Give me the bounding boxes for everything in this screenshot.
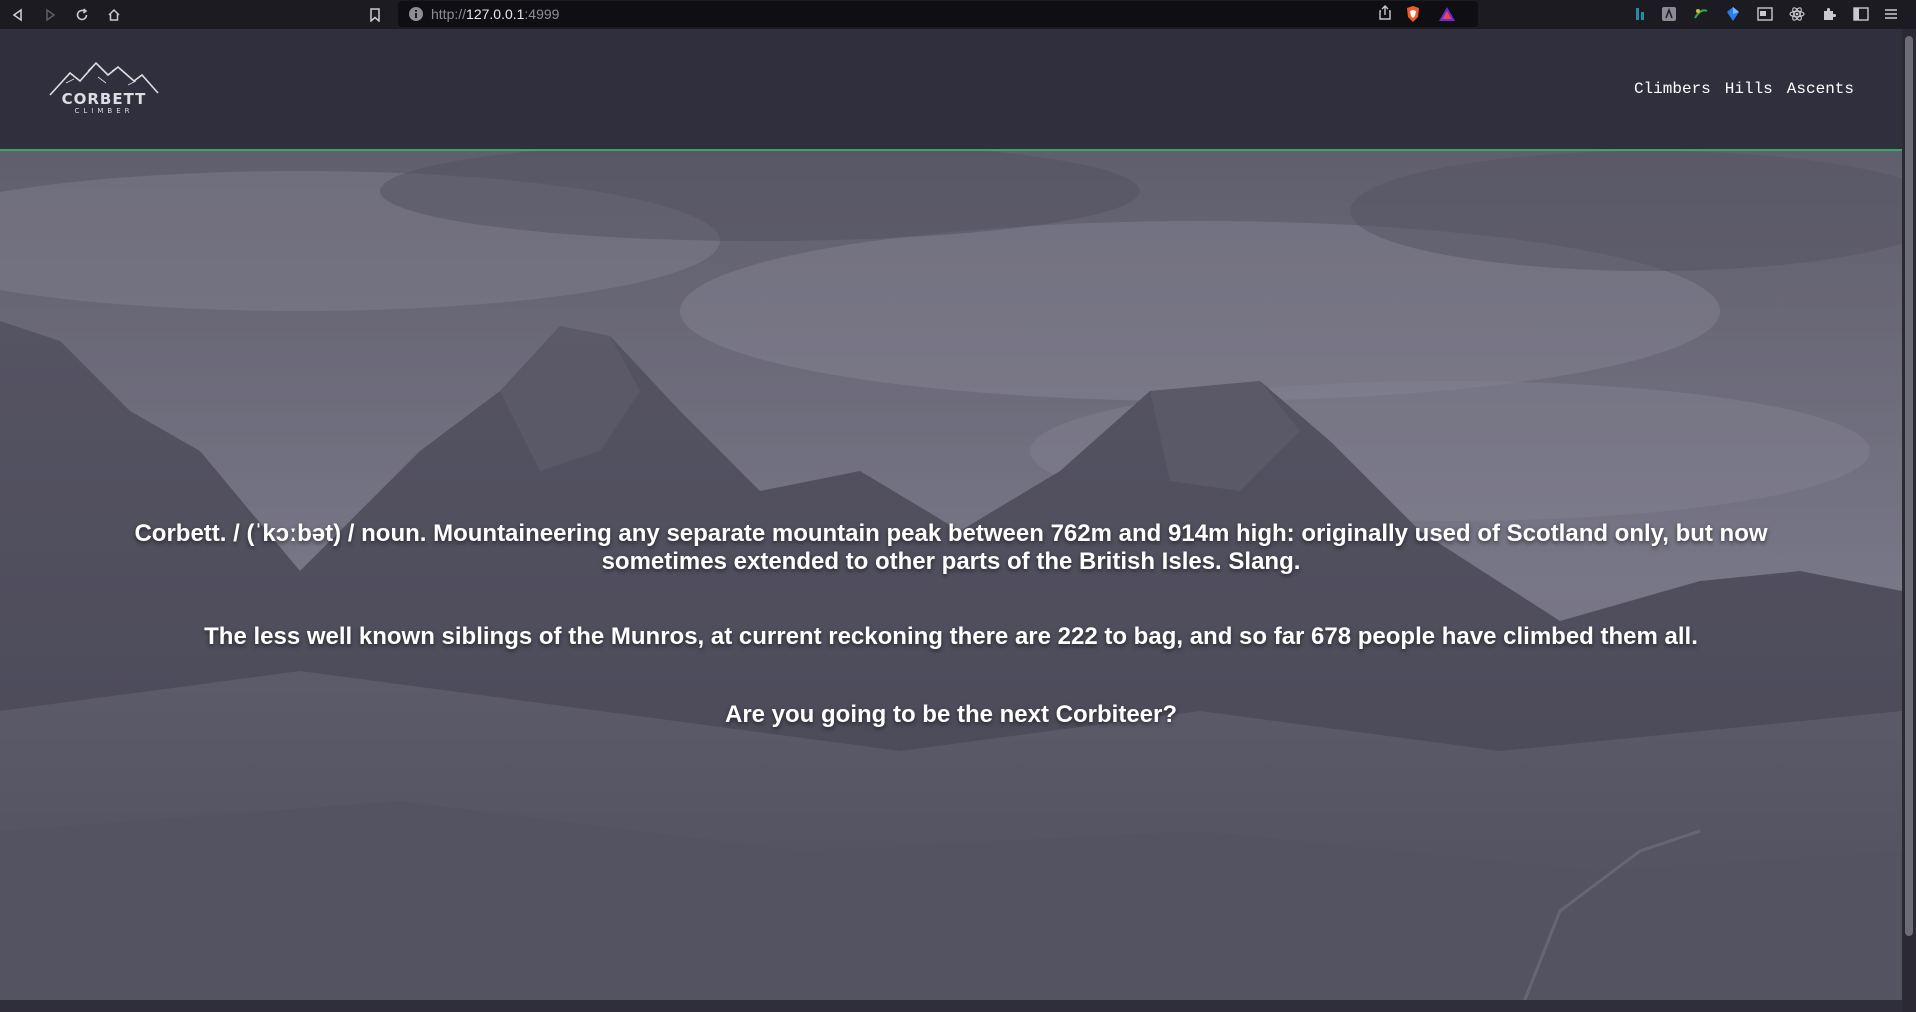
extension-4-icon[interactable] bbox=[1724, 5, 1742, 23]
hero-call-to-action: Are you going to be the next Corbiteer? bbox=[724, 701, 1178, 728]
bookmark-icon[interactable] bbox=[364, 4, 386, 26]
brave-rewards-icon[interactable] bbox=[1438, 5, 1456, 28]
site-header: CORBETT CLIMBER Climbers Hills Ascents bbox=[0, 29, 1902, 151]
page: CORBETT CLIMBER Climbers Hills Ascents C… bbox=[0, 29, 1902, 1012]
forward-icon[interactable] bbox=[39, 4, 61, 26]
site-info-icon[interactable] bbox=[408, 6, 424, 27]
nav-climbers[interactable]: Climbers bbox=[1634, 80, 1711, 98]
logo-text: CORBETT CLIMBER bbox=[48, 90, 160, 115]
react-devtools-icon[interactable] bbox=[1788, 5, 1806, 23]
extension-3-icon[interactable] bbox=[1692, 5, 1710, 23]
main-nav: Climbers Hills Ascents bbox=[1634, 80, 1854, 98]
sidebar-icon[interactable] bbox=[1852, 5, 1870, 23]
brave-shields-icon[interactable] bbox=[1404, 5, 1422, 28]
page-bottom-strip bbox=[0, 1000, 1902, 1012]
address-bar[interactable]: http://127.0.0.1:4999 bbox=[398, 1, 1478, 27]
logo-sub-text: CLIMBER bbox=[74, 107, 134, 115]
hero-intro: The less well known siblings of the Munr… bbox=[204, 623, 1698, 650]
hero-overlay bbox=[0, 151, 1902, 1012]
share-icon[interactable] bbox=[1378, 5, 1392, 26]
url-text[interactable]: http://127.0.0.1:4999 bbox=[431, 6, 559, 22]
extension-2-icon[interactable] bbox=[1660, 5, 1678, 23]
corbett-definition: Corbett. / (ˈkɔːbət) / noun. Mountaineer… bbox=[134, 520, 1768, 575]
browser-toolbar: http://127.0.0.1:4999 bbox=[0, 0, 1916, 29]
site-logo[interactable]: CORBETT CLIMBER bbox=[48, 57, 160, 127]
extensions-puzzle-icon[interactable] bbox=[1820, 5, 1838, 23]
hero-section: Corbett. / (ˈkɔːbət) / noun. Mountaineer… bbox=[0, 151, 1902, 1012]
nav-ascents[interactable]: Ascents bbox=[1787, 80, 1854, 98]
scrollbar-thumb[interactable] bbox=[1905, 36, 1913, 936]
window-icon[interactable] bbox=[1756, 5, 1774, 23]
home-icon[interactable] bbox=[103, 4, 125, 26]
logo-main-text: CORBETT bbox=[61, 90, 147, 108]
extension-1-icon[interactable] bbox=[1632, 5, 1650, 23]
menu-icon[interactable] bbox=[1882, 5, 1900, 23]
reload-icon[interactable] bbox=[71, 4, 93, 26]
back-icon[interactable] bbox=[7, 4, 29, 26]
nav-hills[interactable]: Hills bbox=[1725, 80, 1773, 98]
